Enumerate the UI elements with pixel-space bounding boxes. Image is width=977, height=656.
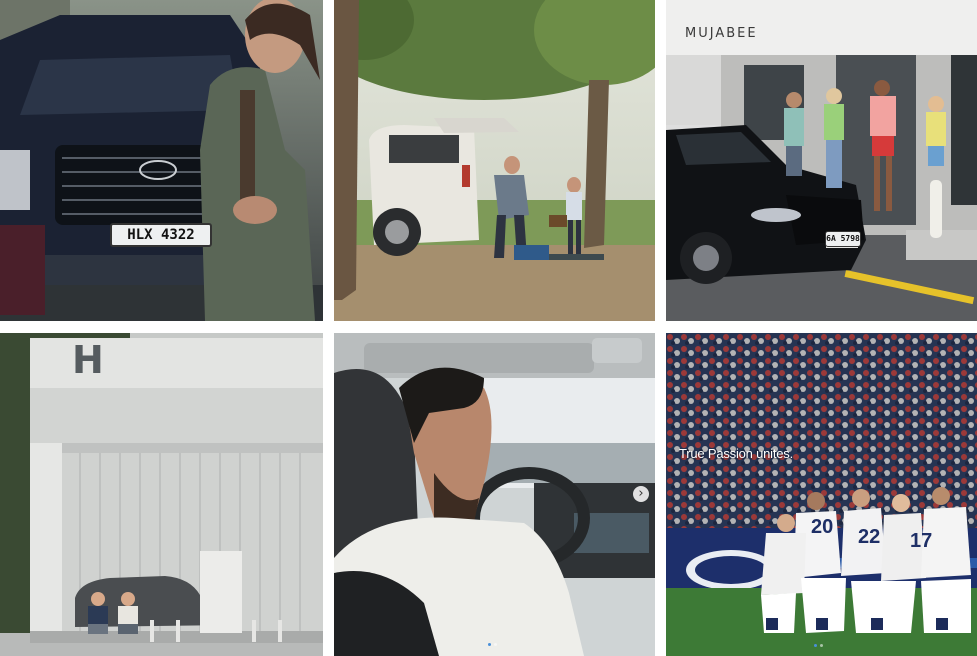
carousel-dot — [494, 643, 497, 646]
post-tile-2[interactable] — [334, 0, 655, 321]
post-caption: True Passion unites. — [679, 446, 794, 461]
post-tile-1[interactable]: HLX 4322 — [0, 0, 323, 321]
post-tile-5[interactable]: › — [334, 333, 655, 656]
license-plate: HLX 4322 — [110, 223, 212, 247]
carousel-dots — [814, 644, 823, 647]
carousel-dot — [820, 644, 823, 647]
tile-2-image — [334, 0, 655, 321]
tile-4-image — [0, 333, 323, 656]
post-tile-6[interactable]: 20 22 17 True Passion unites. — [666, 333, 977, 656]
svg-text:17: 17 — [910, 530, 932, 552]
post-tile-4[interactable]: H — [0, 333, 323, 656]
carousel-dot-active — [814, 644, 817, 647]
svg-text:22: 22 — [858, 526, 880, 548]
license-plate: 6A 5798 — [825, 231, 861, 247]
carousel-next-icon[interactable]: › — [633, 486, 649, 502]
carousel-dot-active — [488, 643, 491, 646]
carousel-dots — [488, 643, 497, 646]
tile-1-image — [0, 0, 323, 321]
tile-3-image — [666, 0, 977, 321]
post-tile-3[interactable]: MUJABEE 6A 5798 — [666, 0, 977, 321]
hydrogen-sign: H — [72, 338, 104, 382]
svg-text:20: 20 — [811, 516, 833, 538]
shop-sign: MUJABEE — [685, 26, 758, 41]
tile-5-image — [334, 333, 655, 656]
tile-6-image: 20 22 17 — [666, 333, 977, 656]
